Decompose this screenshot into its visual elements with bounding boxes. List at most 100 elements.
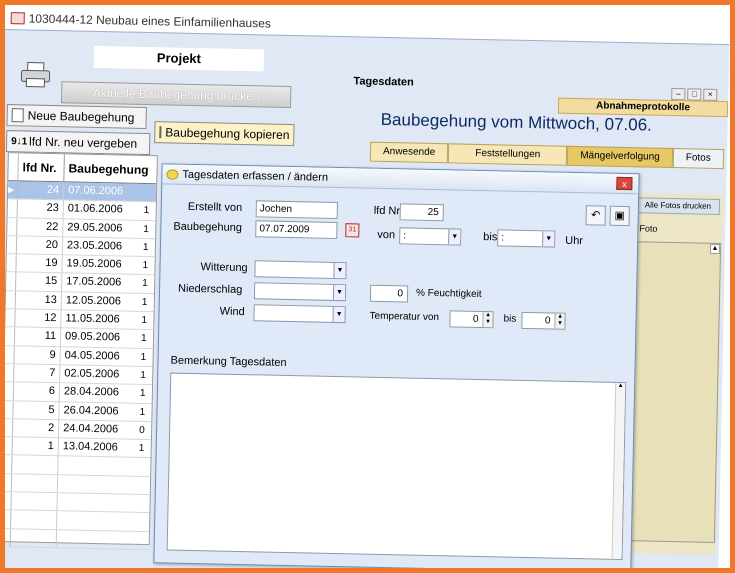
list-header: lfd Nr. Baubegehung — [8, 153, 157, 185]
row-indicator — [5, 290, 17, 309]
cell-lfd: 2 — [12, 419, 60, 438]
undo-button[interactable]: ↶ — [585, 205, 606, 226]
feuchtigkeit-label: % Feuchtigkeit — [415, 287, 482, 301]
print-inspection-button[interactable]: Aktuelle Baubegehung drucken — [60, 81, 292, 109]
row-indicator — [5, 400, 14, 419]
row-indicator — [5, 492, 12, 510]
row-indicator — [5, 418, 14, 437]
tagesdaten-dialog: Tagesdaten erfassen / ändern x Erstellt … — [153, 163, 640, 568]
cell-date: 28.04.2006 — [63, 385, 120, 399]
cell-date: 26.04.2006 — [63, 403, 119, 418]
lfd-field[interactable]: 25 — [399, 203, 444, 222]
new-inspection-button[interactable]: Neue Baubegehung — [6, 104, 147, 129]
list-rows: ▶ 24 07.06.2006 23 01.06.2006 1 22 29.05.2006 1 2… — [5, 181, 157, 551]
close-icon[interactable]: × — [703, 88, 718, 101]
uhr-label: Uhr — [565, 234, 584, 248]
row-indicator-header — [8, 153, 19, 181]
photos-panel: Alle Fotos drucken Foto ▲ — [623, 193, 724, 556]
cell-extra: 1 — [143, 223, 150, 235]
witterung-select[interactable]: ▼ — [254, 260, 347, 280]
cell-date — [58, 457, 138, 476]
cell-date: 09.05.2006 — [64, 330, 121, 344]
cell-extra — [138, 458, 146, 475]
new-inspection-label: Neue Baubegehung — [27, 108, 135, 125]
bemerkung-textarea[interactable]: ▲ — [166, 372, 627, 561]
cell-extra: 1 — [139, 406, 146, 418]
chevron-down-icon[interactable]: ▼ — [332, 284, 346, 301]
calendar-icon[interactable]: 31 — [345, 223, 360, 238]
cell-lfd — [12, 455, 59, 474]
chevron-down-icon[interactable]: ▼ — [332, 306, 345, 323]
column-header-lfd[interactable]: lfd Nr. — [18, 153, 65, 182]
chevron-down-icon[interactable]: ▼ — [542, 231, 555, 247]
cell-extra: 1 — [142, 278, 148, 290]
cell-extra — [137, 532, 145, 549]
table-row[interactable] — [5, 528, 149, 551]
save-button[interactable]: ▣ — [609, 205, 630, 227]
cell-lfd: 12 — [15, 309, 62, 328]
cell-lfd: 15 — [16, 272, 63, 292]
current-row-indicator-icon: ▶ — [7, 181, 19, 199]
cell-extra: 1 — [139, 388, 146, 400]
baubegehung-date-field[interactable]: 07.07.2009 — [255, 220, 338, 240]
cell-date: 17.05.2006 — [66, 275, 122, 289]
tab-anwesende[interactable]: Anwesende — [369, 141, 449, 164]
column-header-baubegehung[interactable]: Baubegehung — [64, 154, 153, 183]
cell-extra: 1 — [142, 241, 149, 253]
inspection-title: Baubegehung vom Mittwoch, 07.06. — [380, 109, 653, 135]
witterung-label: Witterung — [200, 261, 248, 275]
row-indicator — [7, 217, 18, 236]
photo-grid: ▲ — [626, 241, 722, 543]
main-area: Projekt Aktuelle Baubegehung drucken Neu… — [5, 28, 730, 568]
feuchtigkeit-field[interactable]: 0 — [369, 284, 409, 303]
tab-feststellungen[interactable]: Feststellungen — [448, 143, 568, 166]
copy-icon — [159, 126, 162, 139]
erstellt-field[interactable]: Jochen — [255, 200, 338, 220]
renumber-button[interactable]: 9↓1 lfd Nr. neu vergeben — [5, 130, 151, 156]
von-time-field[interactable]: : ▼ — [399, 227, 462, 246]
temp-bis-stepper[interactable]: 0 ▲ ▼ — [521, 311, 566, 330]
row-indicator — [6, 272, 17, 291]
chevron-down-icon[interactable]: ▼ — [333, 262, 346, 279]
cell-date: 04.05.2006 — [64, 348, 120, 363]
new-document-icon — [11, 108, 24, 123]
subtab-bar: Anwesende Feststellungen Mängelverfolgun… — [369, 141, 724, 170]
cell-lfd: 23 — [17, 199, 64, 218]
niederschlag-select[interactable]: ▼ — [253, 282, 347, 302]
chevron-down-icon[interactable]: ▼ — [448, 229, 461, 245]
cell-date — [57, 530, 137, 549]
bis-time-field[interactable]: : ▼ — [497, 229, 556, 248]
scroll-up-icon[interactable]: ▲ — [709, 243, 721, 255]
cell-lfd — [11, 492, 58, 511]
sort-numeric-icon: 9↓1 — [11, 135, 28, 147]
minimize-icon[interactable]: – — [671, 87, 686, 101]
spinner-icon[interactable]: ▲ ▼ — [482, 312, 493, 328]
cell-extra: 0 — [139, 424, 145, 436]
temp-bis-value: 0 — [544, 315, 551, 327]
scrollbar[interactable]: ▲ — [611, 382, 626, 560]
bemerkung-label: Bemerkung Tagesdaten — [170, 354, 287, 369]
cell-extra: 1 — [140, 333, 147, 345]
cell-date: 13.04.2006 — [62, 440, 118, 454]
print-all-photos-button[interactable]: Alle Fotos drucken — [635, 197, 721, 216]
maximize-icon[interactable]: □ — [687, 88, 702, 101]
cell-date: 19.05.2006 — [66, 257, 122, 271]
cell-lfd — [11, 474, 59, 493]
spinner-icon[interactable]: ▲ ▼ — [554, 313, 565, 329]
tab-tagesdaten[interactable]: Tagesdaten — [353, 75, 414, 88]
cell-extra: 1 — [143, 205, 150, 217]
temp-von-stepper[interactable]: 0 ▲ ▼ — [449, 310, 494, 329]
tab-maengelverfolgung[interactable]: Mängelverfolgung — [567, 145, 673, 169]
row-indicator — [5, 327, 16, 345]
cell-lfd: 9 — [14, 345, 61, 365]
dialog-close-button[interactable]: x — [616, 176, 633, 191]
copy-inspection-button[interactable]: Baubegehung kopieren — [154, 121, 295, 147]
cell-lfd: 22 — [17, 217, 64, 237]
cell-lfd: 6 — [13, 382, 61, 401]
printer-icon[interactable] — [19, 60, 52, 89]
tab-projekt[interactable]: Projekt — [93, 45, 265, 72]
wind-select[interactable]: ▼ — [253, 304, 346, 324]
cell-lfd: 1 — [12, 437, 59, 456]
tab-fotos[interactable]: Fotos — [672, 148, 724, 170]
cell-extra: 1 — [141, 296, 148, 308]
